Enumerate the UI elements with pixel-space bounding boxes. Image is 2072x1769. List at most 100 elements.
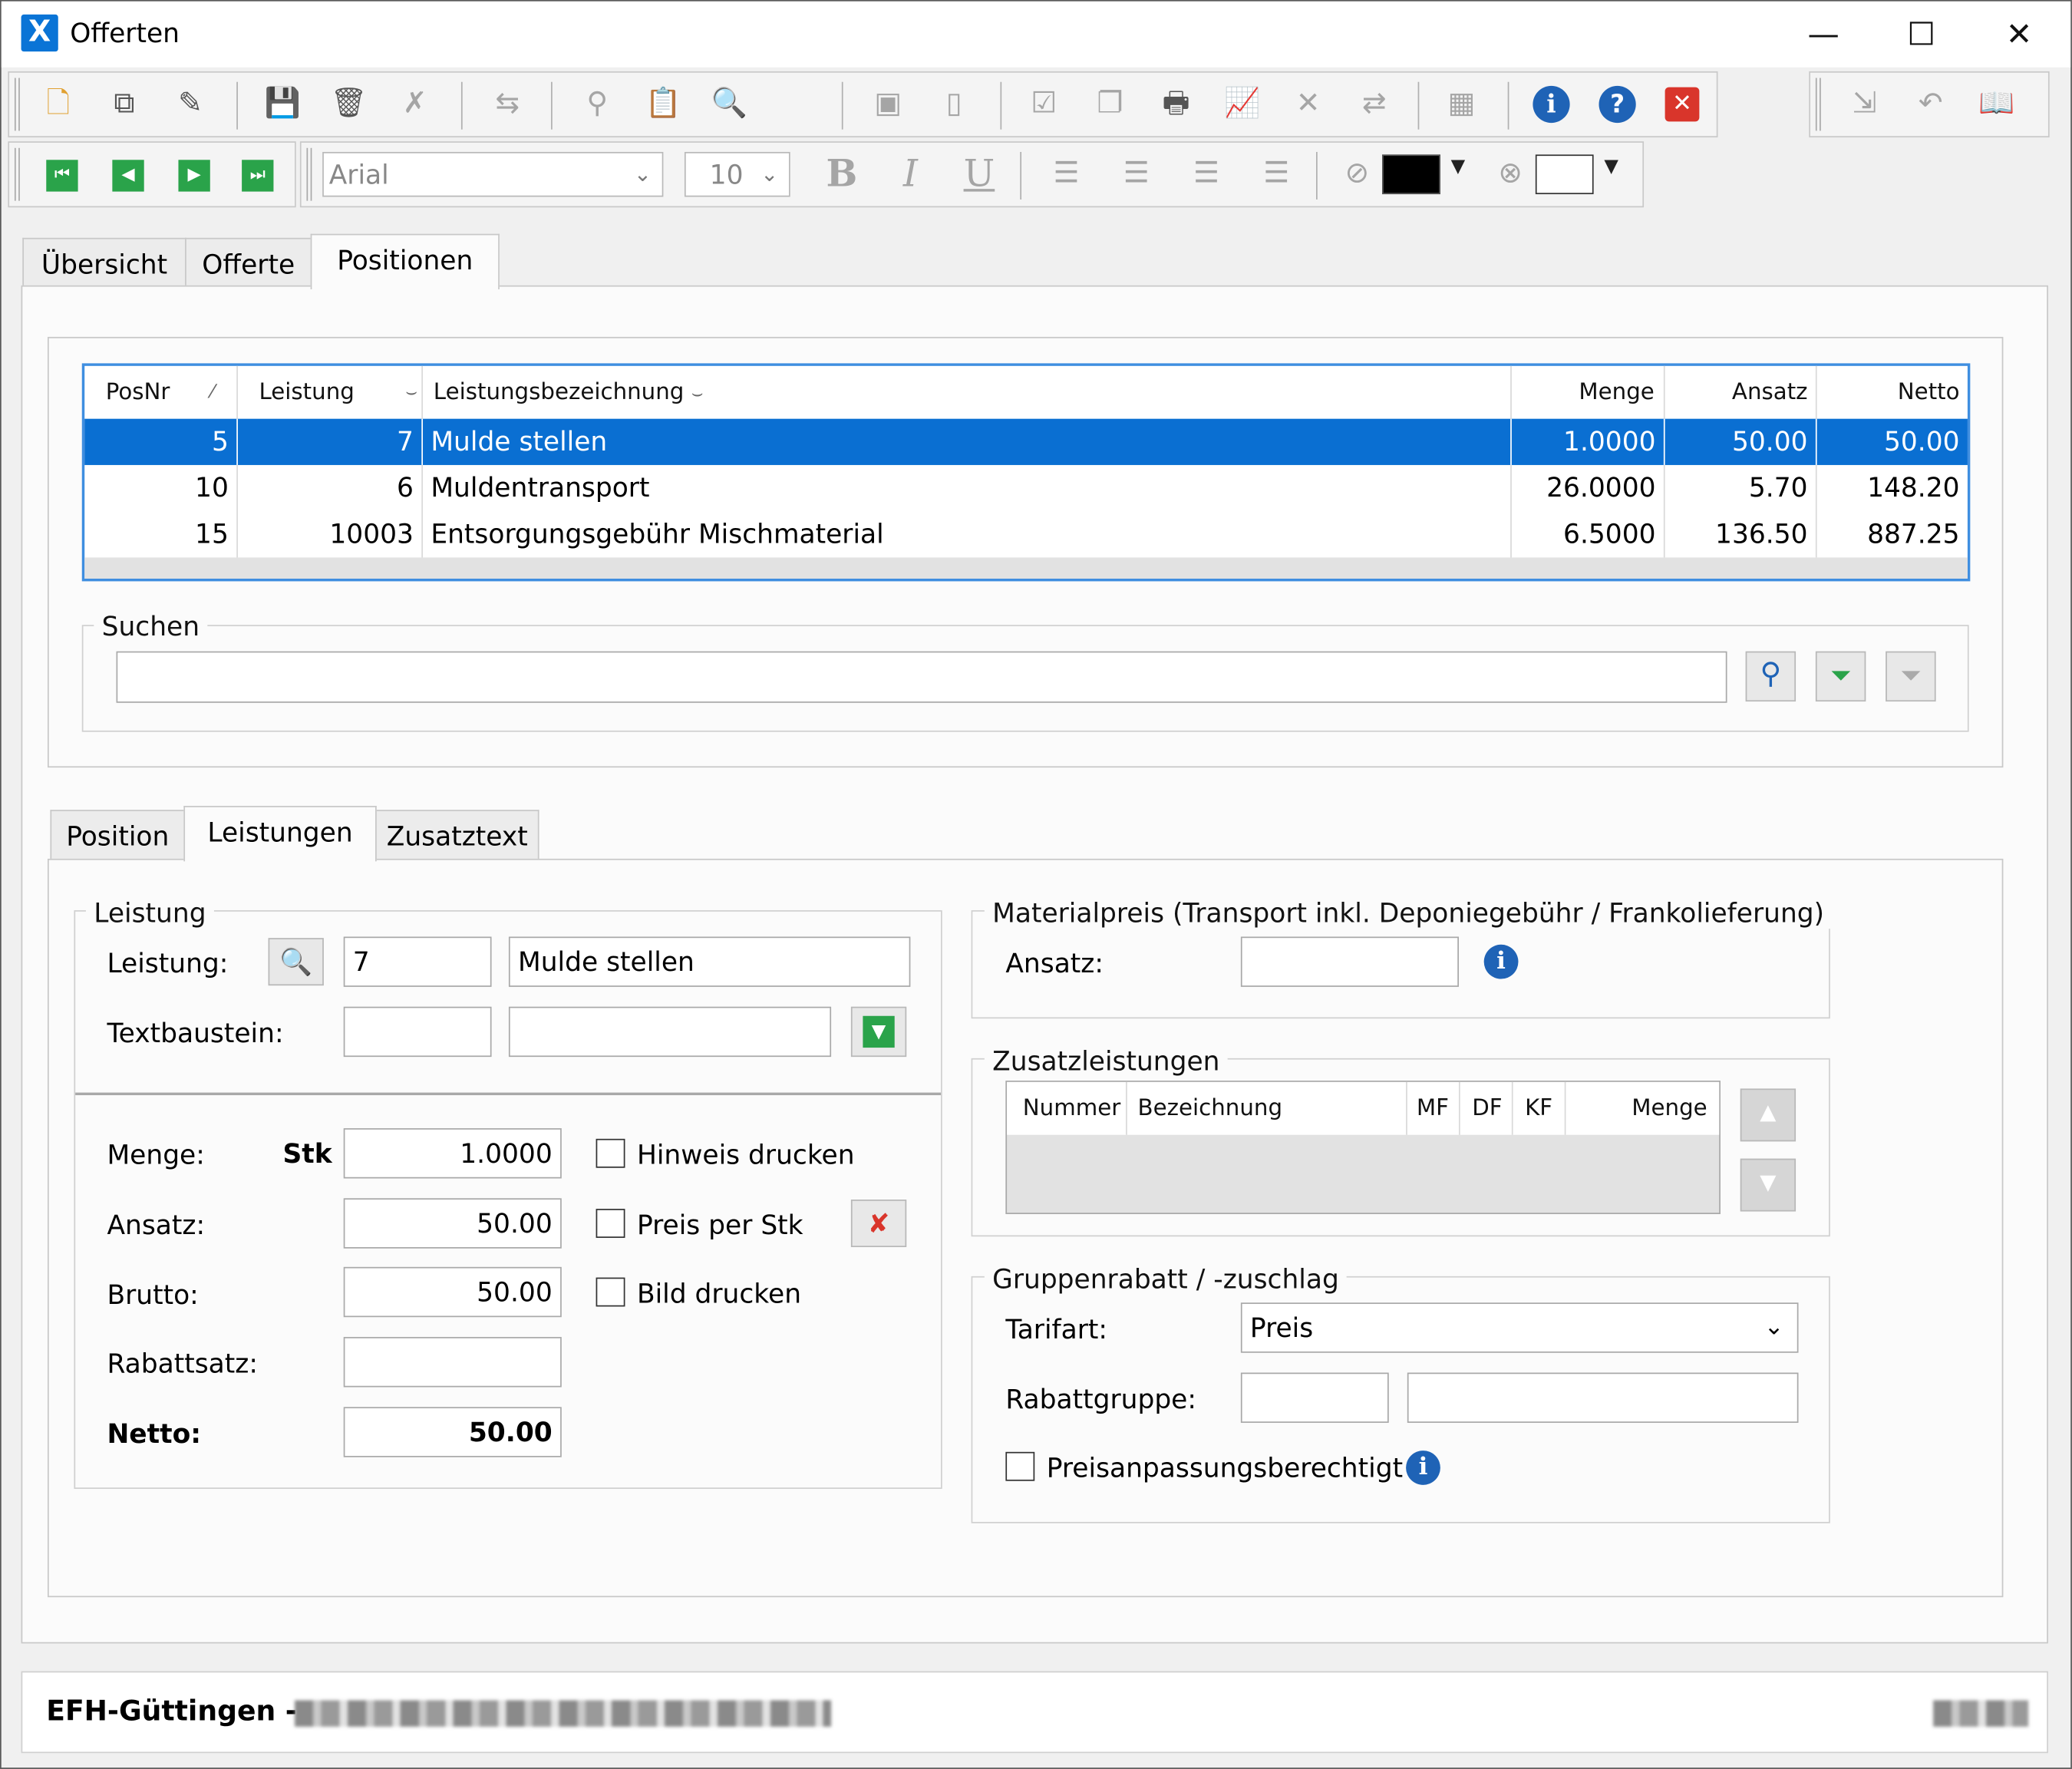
zusatz-col-kf[interactable]: KF bbox=[1517, 1082, 1561, 1135]
delete-icon[interactable]: 🗑 bbox=[326, 82, 371, 127]
align-center-icon[interactable]: ☰ bbox=[1114, 152, 1160, 197]
zusatz-col-menge[interactable]: Menge bbox=[1567, 1082, 1715, 1135]
font-color-icon[interactable]: ⊘ bbox=[1335, 152, 1380, 197]
font-size-select[interactable]: 10 ⌄ bbox=[684, 151, 790, 197]
menge-field[interactable]: 1.0000 bbox=[343, 1128, 562, 1179]
material-ansatz-field[interactable] bbox=[1240, 936, 1459, 987]
textbaustein-name-field[interactable] bbox=[508, 1006, 832, 1058]
font-size-value: 10 bbox=[709, 158, 744, 190]
rabattgruppe-name-field[interactable] bbox=[1407, 1372, 1799, 1423]
back-color-swatch[interactable] bbox=[1535, 154, 1594, 195]
rabattsatz-field[interactable] bbox=[343, 1337, 562, 1388]
filter-button[interactable]: ⏷ bbox=[1815, 651, 1866, 702]
swap-icon[interactable]: ⇆ bbox=[485, 82, 530, 127]
textbaustein-nr-field[interactable] bbox=[343, 1006, 492, 1058]
chart-icon[interactable]: 📈 bbox=[1219, 82, 1265, 127]
align-right-icon[interactable]: ☰ bbox=[1184, 152, 1229, 197]
tab-leistungen[interactable]: Leistungen bbox=[183, 806, 377, 862]
transfer-icon[interactable]: ⇄ bbox=[1352, 82, 1397, 127]
search-input[interactable] bbox=[116, 651, 1727, 703]
tab-uebersicht[interactable]: Übersicht bbox=[22, 237, 186, 289]
toolbar-separator bbox=[1020, 151, 1022, 200]
toolbar-grip[interactable] bbox=[1815, 78, 1821, 131]
toolbar-grip[interactable] bbox=[14, 147, 20, 201]
save-icon[interactable]: 💾 bbox=[260, 82, 305, 127]
duplicate-icon[interactable]: ❐ bbox=[1087, 82, 1133, 127]
hinweis-drucken-checkbox[interactable] bbox=[596, 1138, 625, 1168]
undo-icon[interactable]: ↶ bbox=[1908, 82, 1953, 127]
preisanpassung-checkbox[interactable] bbox=[1005, 1451, 1035, 1481]
check-copy-icon[interactable]: ☑ bbox=[1021, 82, 1067, 127]
export-icon[interactable]: ⇲ bbox=[1842, 82, 1887, 127]
close-window-button[interactable]: ✕ bbox=[1970, 2, 2067, 68]
move-down-button[interactable]: ▼ bbox=[1740, 1158, 1797, 1212]
first-record-icon[interactable]: ⏮ bbox=[46, 160, 78, 192]
discard-icon[interactable]: ✗ bbox=[392, 82, 437, 127]
netto-field[interactable]: 50.00 bbox=[343, 1407, 562, 1457]
zusatz-col-df[interactable]: DF bbox=[1464, 1082, 1510, 1135]
paste-icon[interactable]: 📋 bbox=[641, 82, 686, 127]
tarifart-select[interactable]: Preis ⌄ bbox=[1240, 1302, 1799, 1353]
back-color-dropdown-icon[interactable]: ▼ bbox=[1604, 156, 1618, 177]
column-header-menge[interactable]: Menge bbox=[1512, 366, 1662, 419]
toolbar-grip[interactable] bbox=[306, 147, 312, 201]
clear-filter-button[interactable]: ⏷ bbox=[1886, 651, 1936, 702]
tab-position[interactable]: Position bbox=[50, 810, 186, 860]
previous-record-icon[interactable]: ◀ bbox=[112, 160, 144, 192]
next-record-icon[interactable]: ▶ bbox=[178, 160, 210, 192]
remove-price-button[interactable]: ✘ bbox=[850, 1200, 907, 1248]
maximize-button[interactable]: ☐ bbox=[1872, 2, 1970, 68]
info-icon[interactable]: i bbox=[1406, 1451, 1440, 1485]
column-header-leistung[interactable]: Leistung ⌣ bbox=[251, 366, 420, 419]
edit-document-icon[interactable]: ✎ bbox=[168, 82, 213, 127]
leistung-name-field[interactable]: Mulde stellen bbox=[508, 936, 911, 987]
bild-drucken-checkbox[interactable] bbox=[596, 1277, 625, 1307]
rabattgruppe-nr-field[interactable] bbox=[1240, 1372, 1389, 1423]
column-header-netto[interactable]: Netto bbox=[1817, 366, 1968, 419]
info-icon[interactable]: i bbox=[1483, 944, 1519, 979]
font-color-swatch[interactable] bbox=[1382, 154, 1440, 195]
new-document-icon[interactable]: 🗋 bbox=[35, 82, 81, 127]
column-header-ansatz[interactable]: Ansatz bbox=[1665, 366, 1816, 419]
underline-button[interactable]: U bbox=[957, 152, 1002, 197]
italic-button[interactable]: I bbox=[888, 152, 933, 197]
bold-button[interactable]: B bbox=[820, 152, 865, 197]
cancel-icon[interactable]: ✕ bbox=[1285, 82, 1331, 127]
rabattsatz-label: Rabattsatz: bbox=[107, 1347, 258, 1380]
print-icon[interactable]: 🖶 bbox=[1153, 82, 1199, 127]
column-header-posnr[interactable]: PosNr ⁄ bbox=[97, 366, 229, 419]
image-icon[interactable]: ▣ bbox=[866, 82, 911, 127]
justify-icon[interactable]: ☰ bbox=[1254, 152, 1299, 197]
toolbar-grip[interactable] bbox=[14, 78, 20, 131]
leistung-lookup-button[interactable]: 🔍 bbox=[268, 938, 324, 986]
tab-positionen[interactable]: Positionen bbox=[310, 233, 500, 289]
search-icon[interactable]: ⚲ bbox=[575, 82, 620, 127]
zusatz-col-bezeichnung[interactable]: Bezeichnung bbox=[1130, 1082, 1290, 1135]
font-select[interactable]: Arial ⌄ bbox=[322, 151, 664, 197]
copy-document-icon[interactable]: ⧉ bbox=[102, 82, 147, 127]
zusatz-col-nummer[interactable]: Nummer bbox=[1015, 1082, 1128, 1135]
tab-zusatztext[interactable]: Zusatztext bbox=[375, 810, 539, 860]
column-header-leistungsbezeichnung[interactable]: Leistungsbezeichnung ⌣ bbox=[425, 366, 822, 419]
help-icon[interactable]: ? bbox=[1599, 85, 1636, 124]
brutto-field[interactable]: 50.00 bbox=[343, 1266, 562, 1318]
zusatz-col-mf[interactable]: MF bbox=[1409, 1082, 1457, 1135]
search-button[interactable]: ⚲ bbox=[1745, 651, 1797, 702]
info-icon[interactable]: i bbox=[1533, 85, 1570, 124]
leistung-nr-field[interactable]: 7 bbox=[343, 936, 492, 987]
close-form-icon[interactable]: ✕ bbox=[1665, 87, 1700, 122]
ansatz-field[interactable]: 50.00 bbox=[343, 1198, 562, 1249]
last-record-icon[interactable]: ⏭ bbox=[242, 160, 274, 192]
minimize-button[interactable]: — bbox=[1775, 2, 1872, 68]
align-left-icon[interactable]: ☰ bbox=[1044, 152, 1089, 197]
table-icon[interactable]: ▦ bbox=[1439, 82, 1484, 127]
textbaustein-dropdown-button[interactable]: ▼ bbox=[850, 1006, 907, 1058]
preview-icon[interactable]: 🔍 bbox=[707, 82, 752, 127]
preis-per-stk-checkbox[interactable] bbox=[596, 1209, 625, 1238]
tab-offerte[interactable]: Offerte bbox=[185, 237, 312, 289]
move-up-button[interactable]: ▲ bbox=[1740, 1088, 1797, 1142]
book-icon[interactable]: 📖 bbox=[1975, 82, 2020, 127]
back-color-icon[interactable]: ⊗ bbox=[1488, 152, 1533, 197]
font-color-dropdown-icon[interactable]: ▼ bbox=[1451, 156, 1466, 177]
device-icon[interactable]: ▯ bbox=[932, 82, 977, 127]
